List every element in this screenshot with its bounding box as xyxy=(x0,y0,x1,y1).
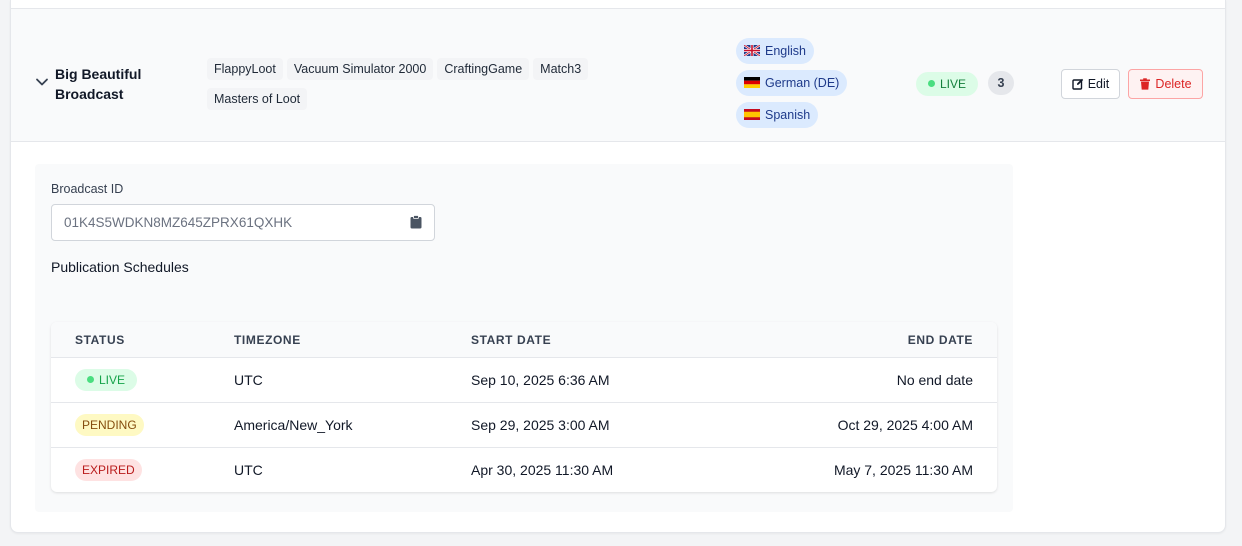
game-tag: FlappyLoot xyxy=(207,58,283,80)
edit-button[interactable]: Edit xyxy=(1061,69,1120,99)
broadcast-id-label: Broadcast ID xyxy=(51,182,124,196)
schedules-table: STATUS TIMEZONE START DATE END DATE LIVE… xyxy=(51,322,997,492)
start-date-cell: Sep 10, 2025 6:36 AM xyxy=(471,372,610,388)
language-list: English German (DE) Spanish xyxy=(736,38,848,134)
table-row: PENDING America/New_York Sep 29, 2025 3:… xyxy=(51,403,997,448)
column-header-end-date: END DATE xyxy=(907,333,973,347)
chevron-down-icon[interactable] xyxy=(35,75,49,89)
end-date-cell: No end date xyxy=(896,372,973,388)
game-tag: Masters of Loot xyxy=(207,88,308,110)
status-badge: LIVE xyxy=(75,369,138,391)
language-label: Spanish xyxy=(765,108,811,122)
end-date-cell: Oct 29, 2025 4:00 AM xyxy=(837,417,973,433)
live-dot-icon xyxy=(928,80,935,87)
language-label: English xyxy=(765,44,806,58)
game-tag: CraftingGame xyxy=(437,58,530,80)
start-date-cell: Apr 30, 2025 11:30 AM xyxy=(471,462,614,478)
timezone-cell: America/New_York xyxy=(234,417,353,433)
status-badge: PENDING xyxy=(75,414,144,436)
timezone-cell: UTC xyxy=(234,372,263,388)
clipboard-icon[interactable] xyxy=(410,215,422,229)
game-tag: Match3 xyxy=(533,58,589,80)
edit-icon xyxy=(1072,78,1083,90)
game-tags: FlappyLoot Vacuum Simulator 2000 CraftingG… xyxy=(207,58,647,118)
schedules-title: Publication Schedules xyxy=(51,259,189,275)
trash-icon xyxy=(1140,78,1151,90)
end-date-cell: May 7, 2025 11:30 AM xyxy=(833,462,973,478)
broadcast-card: Big Beautiful Broadcast FlappyLoot Vacuum… xyxy=(10,0,1226,533)
status-badge: EXPIRED xyxy=(75,459,142,481)
game-tag: Vacuum Simulator 2000 xyxy=(286,58,434,80)
status-badge: LIVE xyxy=(916,72,979,96)
broadcast-id-field xyxy=(51,204,435,241)
language-pill: German (DE) xyxy=(736,70,848,96)
column-header-status: STATUS xyxy=(75,333,125,347)
column-header-timezone: TIMEZONE xyxy=(234,333,301,347)
column-header-start-date: START DATE xyxy=(471,333,552,347)
table-row: LIVE UTC Sep 10, 2025 6:36 AM No end dat… xyxy=(51,358,997,403)
delete-button[interactable]: Delete xyxy=(1128,69,1203,99)
schedule-count-badge: 3 xyxy=(988,71,1014,95)
es-flag-icon xyxy=(744,109,760,120)
de-flag-icon xyxy=(744,77,760,88)
table-header: STATUS TIMEZONE START DATE END DATE xyxy=(51,322,997,358)
broadcast-row[interactable]: Big Beautiful Broadcast FlappyLoot Vacuum… xyxy=(11,8,1225,142)
table-row: EXPIRED UTC Apr 30, 2025 11:30 AM May 7,… xyxy=(51,448,997,492)
broadcast-id-input[interactable] xyxy=(52,205,392,240)
language-label: German (DE) xyxy=(765,76,840,90)
start-date-cell: Sep 29, 2025 3:00 AM xyxy=(471,417,610,433)
uk-flag-icon xyxy=(744,45,760,56)
timezone-cell: UTC xyxy=(234,462,263,478)
language-pill: English xyxy=(736,38,814,64)
broadcast-name: Big Beautiful Broadcast xyxy=(55,66,142,102)
live-dot-icon xyxy=(87,376,94,383)
language-pill: Spanish xyxy=(736,102,819,128)
broadcast-details: Broadcast ID Publication Schedules STATU… xyxy=(35,164,1013,512)
